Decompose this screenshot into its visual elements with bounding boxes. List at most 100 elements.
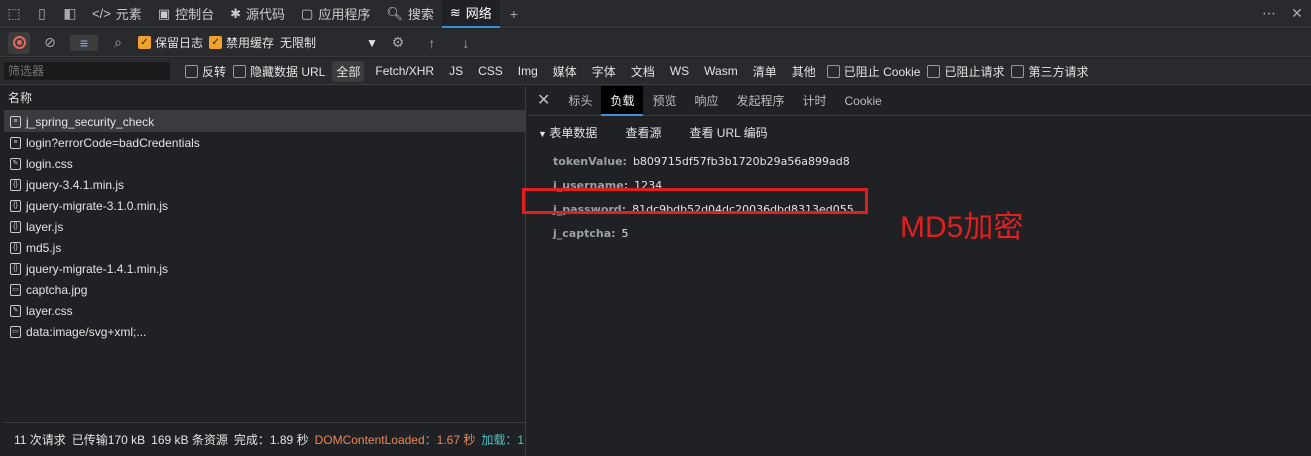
dcl-time: DOMContentLoaded：1.67 秒 (314, 433, 476, 447)
annotation-text: MD5加密 (900, 211, 1024, 244)
request-row[interactable]: ≡ j_spring_security_check (4, 111, 525, 132)
type-media[interactable]: 媒体 (549, 61, 581, 82)
close-detail-icon[interactable]: ✕ (528, 86, 559, 116)
request-name: login?errorCode=badCredentials (26, 135, 200, 150)
inspect-icon[interactable]: ⬚ (0, 5, 28, 22)
record-icon[interactable] (8, 31, 30, 54)
request-name: layer.css (26, 303, 73, 318)
request-row[interactable]: ▭ data:image/svg+xml;... (4, 321, 525, 342)
request-name: j_spring_security_check (26, 114, 155, 129)
finish-time: 完成：1.89 秒 (233, 433, 309, 447)
tab-application[interactable]: ▢ 应用程序 (293, 0, 378, 28)
clear-icon[interactable]: ⊘ (36, 34, 64, 51)
add-tab-icon[interactable]: + (500, 6, 528, 22)
request-count: 11 次请求 (14, 433, 66, 447)
tab-initiator[interactable]: 发起程序 (727, 86, 793, 116)
type-fetch[interactable]: Fetch/XHR (371, 62, 438, 80)
view-source-button[interactable]: 查看源 (625, 124, 661, 141)
request-row[interactable]: ✎ login.css (4, 153, 525, 174)
form-data-toggle[interactable]: ▼ 表单数据 (538, 124, 597, 141)
field-value[interactable]: 5 (622, 227, 629, 240)
request-row[interactable]: ▭ captcha.jpg (4, 279, 525, 300)
type-all[interactable]: 全部 (332, 60, 365, 82)
hide-data-url-checkbox[interactable]: 隐藏数据 URL (233, 63, 325, 80)
type-js[interactable]: JS (445, 62, 467, 80)
field-key: tokenValue: (553, 154, 627, 168)
request-name: jquery-migrate-1.4.1.min.js (26, 261, 169, 276)
preserve-log-checkbox[interactable]: ✓ 保留日志 (138, 34, 203, 51)
request-list: 名称 ≡ j_spring_security_check ≡ login?errorC… (4, 86, 526, 456)
tab-headers[interactable]: 标头 (559, 86, 601, 116)
more-icon[interactable]: ⋯ (1255, 5, 1283, 22)
type-doc[interactable]: 文档 (627, 61, 659, 82)
transferred: 已传输170 kB (71, 433, 146, 447)
field-key: j_captcha: (553, 226, 616, 240)
chevron-down-icon[interactable]: ▼ (366, 36, 378, 50)
third-party-checkbox[interactable]: 第三方请求 (1011, 63, 1089, 80)
request-row[interactable]: ✎ layer.css (4, 300, 525, 321)
type-img[interactable]: Img (514, 62, 542, 80)
tab-payload[interactable]: 负载 (601, 85, 644, 116)
tab-label: 元素 (115, 7, 142, 22)
filter-input[interactable] (4, 62, 170, 80)
blocked-requests-checkbox[interactable]: 已阻止请求 (927, 63, 1004, 80)
network-conditions-icon[interactable]: ⚙ (384, 34, 412, 51)
throttle-value: 无限制 (280, 36, 317, 50)
resources: 169 kB 条资源 (151, 433, 228, 447)
disable-cache-checkbox[interactable]: ✓ 禁用缓存 (209, 34, 274, 51)
tab-console[interactable]: ▣ 控制台 (150, 0, 222, 28)
invert-checkbox[interactable]: 反转 (185, 63, 226, 80)
tab-response[interactable]: 响应 (685, 86, 727, 116)
triangle-down-icon: ▼ (538, 129, 550, 139)
throttle-select[interactable]: 无限制 (280, 34, 360, 51)
type-css[interactable]: CSS (474, 62, 507, 80)
request-row[interactable]: {} jquery-migrate-1.4.1.min.js (4, 258, 525, 279)
dock-icon[interactable]: ◧ (56, 5, 84, 22)
tab-label: 搜索 (407, 7, 434, 22)
request-detail: ✕ 标头 负载 预览 响应 发起程序 计时 Cookie ▼ 表单数据 查看源 … (522, 85, 1311, 456)
type-ws[interactable]: WS (666, 62, 693, 80)
tab-cookies[interactable]: Cookie (836, 86, 891, 116)
device-icon[interactable]: ▯ (28, 5, 56, 22)
tab-timing[interactable]: 计时 (793, 86, 835, 116)
type-font[interactable]: 字体 (588, 61, 620, 82)
tab-label: 源代码 (246, 7, 286, 22)
request-row[interactable]: ≡ login?errorCode=badCredentials (4, 132, 525, 153)
view-url-encoded-button[interactable]: 查看 URL 编码 (689, 124, 767, 141)
upload-icon[interactable]: ↑ (418, 35, 446, 51)
status-bar: 11 次请求 已传输170 kB 169 kB 条资源 完成：1.89 秒 DO… (4, 422, 525, 456)
section-title: 表单数据 (549, 126, 598, 140)
js-file-icon: {} (10, 199, 21, 212)
doc-file-icon: ≡ (10, 136, 21, 149)
check-icon: ✓ (209, 36, 223, 49)
download-icon[interactable]: ↓ (452, 35, 480, 51)
label: 已阻止 Cookie (843, 64, 921, 79)
code-icon: </> (92, 6, 111, 21)
tab-network[interactable]: ≋ 网络 (441, 0, 500, 28)
tab-preview[interactable]: 预览 (643, 86, 685, 116)
request-row[interactable]: {} md5.js (4, 237, 525, 258)
tab-label: 网络 (465, 6, 492, 21)
tab-search[interactable]: 🔍︎ 搜索 (378, 0, 442, 28)
field-value[interactable]: b809715df57fb3b1720b29a56a899ad8 (633, 155, 850, 168)
request-row[interactable]: {} layer.js (4, 216, 525, 237)
type-manifest[interactable]: 清单 (749, 61, 781, 82)
type-other[interactable]: 其他 (788, 61, 820, 82)
css-file-icon: ✎ (10, 157, 21, 170)
request-row[interactable]: {} jquery-3.4.1.min.js (4, 174, 525, 195)
bug-icon: ✱ (230, 5, 242, 21)
name-column-header[interactable]: 名称 (4, 86, 525, 111)
search-icon: 🔍︎ (386, 5, 403, 21)
type-wasm[interactable]: Wasm (700, 62, 742, 80)
blocked-cookies-checkbox[interactable]: 已阻止 Cookie (826, 63, 921, 80)
tab-elements[interactable]: </> 元素 (84, 0, 150, 28)
checkbox-box (826, 64, 840, 78)
tab-sources[interactable]: ✱ 源代码 (222, 0, 293, 28)
request-row[interactable]: {} jquery-migrate-3.1.0.min.js (4, 195, 525, 216)
filter-icon[interactable]: ≡ (70, 34, 98, 51)
request-name: login.css (26, 156, 73, 171)
devtools-tabbar: ⬚ ▯ ◧ </> 元素 ▣ 控制台 ✱ 源代码 ▢ 应用程序 🔍︎ 搜索 ≋ 网络 + ⋯… (0, 0, 1311, 28)
search-icon[interactable]: ⌕ (104, 34, 132, 51)
close-icon[interactable]: ✕ (1283, 5, 1311, 22)
request-name: md5.js (26, 240, 62, 255)
